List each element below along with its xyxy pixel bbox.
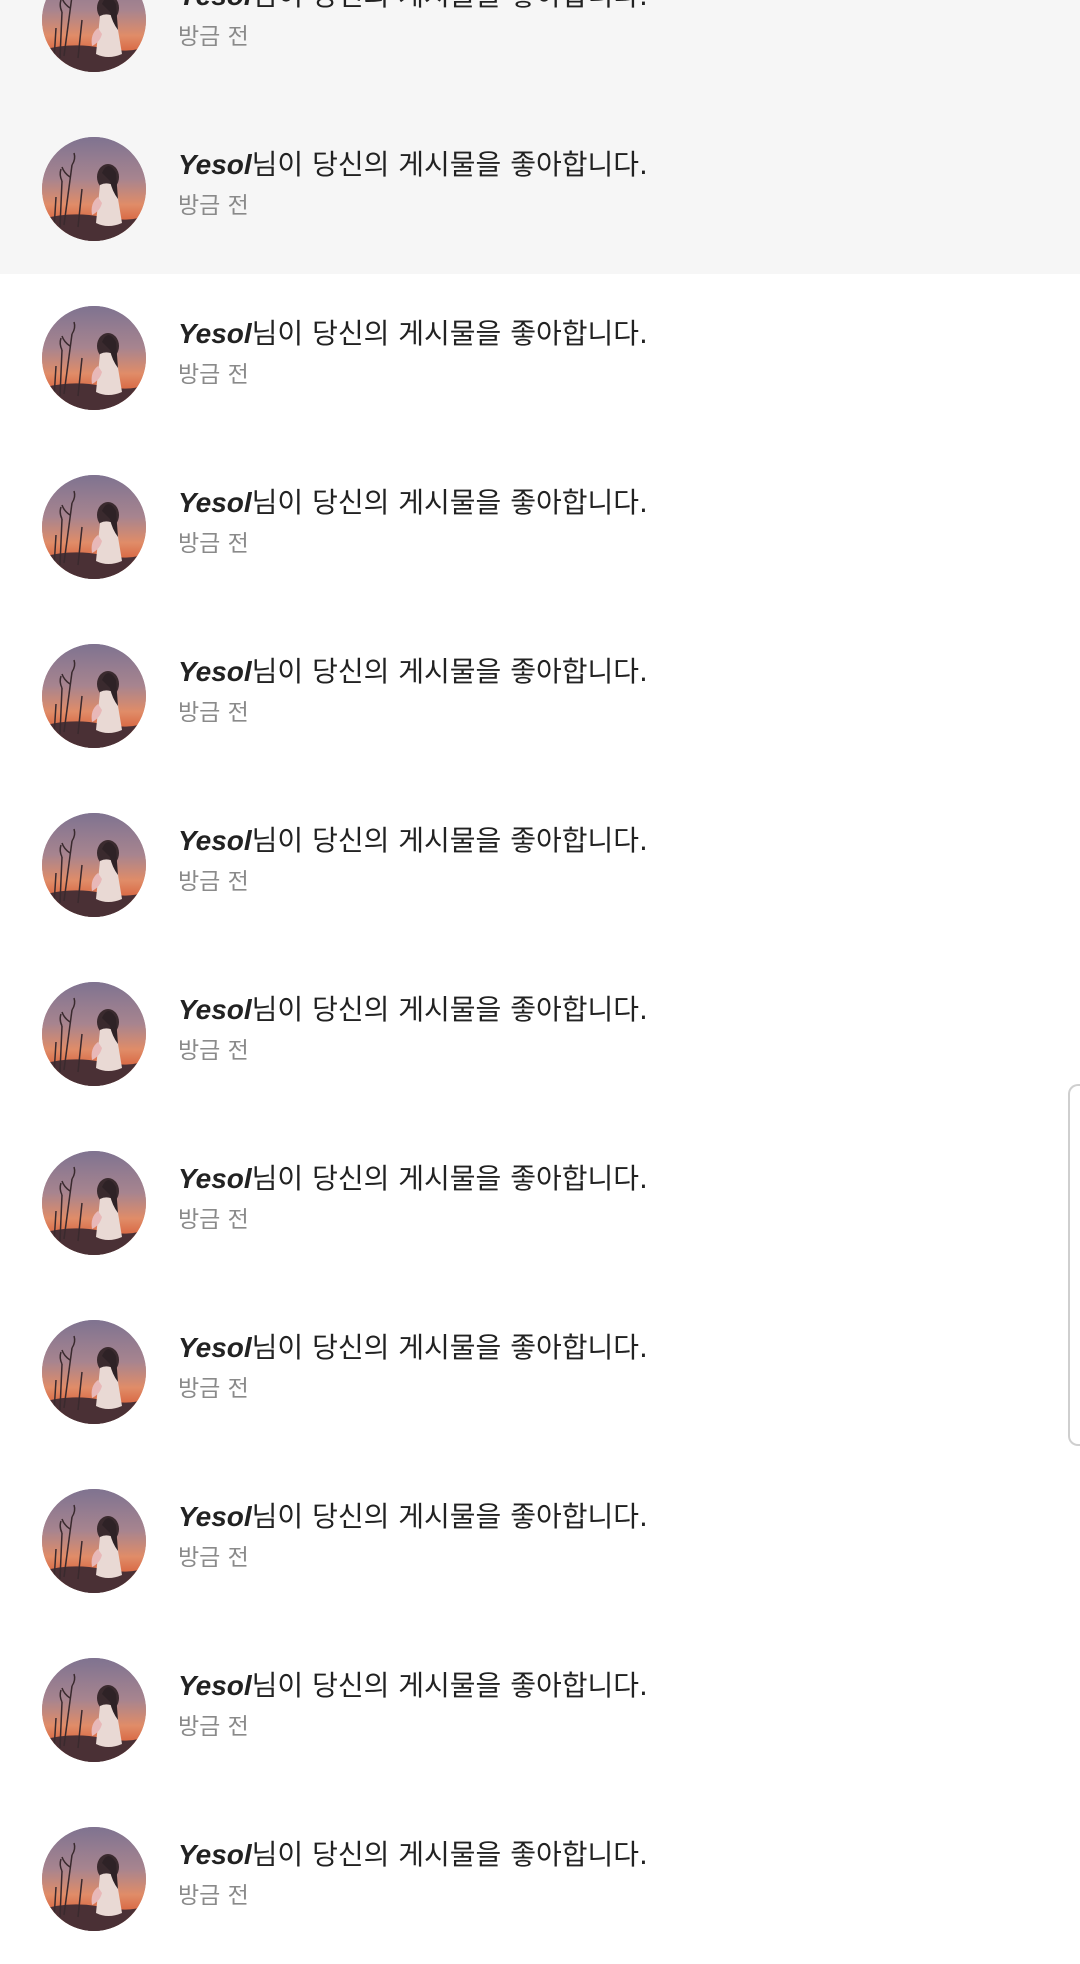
notification-message: Yesol님이 당신의 게시물을 좋아합니다. [178, 1161, 648, 1197]
notification-message: Yesol님이 당신의 게시물을 좋아합니다. [178, 485, 648, 521]
notification-text: Yesol님이 당신의 게시물을 좋아합니다. 방금 전 [178, 485, 648, 559]
notification-message: Yesol님이 당신의 게시물을 좋아합니다. [178, 1330, 648, 1366]
message-text: 님이 당신의 게시물을 좋아합니다. [252, 0, 648, 12]
timestamp: 방금 전 [178, 362, 249, 388]
timestamp: 방금 전 [178, 193, 249, 219]
message-text: 님이 당신의 게시물을 좋아합니다. [251, 1838, 648, 1871]
avatar[interactable] [42, 306, 146, 410]
timestamp: 방금 전 [178, 700, 249, 726]
notification-message: Yesol님이 당신의 게시물을 좋아합니다. [178, 1668, 648, 1704]
notification-text: Yesol님이 당신의 게시물을 좋아합니다. 방금 전 [178, 0, 648, 52]
notification-message: Yesol님이 당신의 게시물을 좋아합니다. [178, 823, 648, 859]
message-text: 님이 당신의 게시물을 좋아합니다. [251, 655, 648, 688]
notification-text: Yesol님이 당신의 게시물을 좋아합니다. 방금 전 [178, 654, 648, 728]
message-text: 님이 당신의 게시물을 좋아합니다. [251, 1669, 648, 1702]
avatar[interactable] [42, 1151, 146, 1255]
timestamp: 방금 전 [178, 1207, 249, 1233]
message-text: 님이 당신의 게시물을 좋아합니다. [251, 993, 648, 1026]
username[interactable]: Yesol [178, 0, 252, 11]
username[interactable]: Yesol [178, 149, 252, 180]
timestamp: 방금 전 [178, 1714, 249, 1740]
notification-message: Yesol님이 당신의 게시물을 좋아합니다. [178, 992, 648, 1028]
message-text: 님이 당신의 게시물을 좋아합니다. [251, 486, 648, 519]
notification-item[interactable]: Yesol님이 당신의 게시물을 좋아합니다. 방금 전 [0, 0, 1080, 105]
avatar[interactable] [42, 137, 146, 241]
notification-item[interactable]: Yesol님이 당신의 게시물을 좋아합니다. 방금 전 [0, 105, 1080, 274]
notification-item[interactable]: Yesol님이 당신의 게시물을 좋아합니다. 방금 전 [0, 1626, 1080, 1795]
notification-text: Yesol님이 당신의 게시물을 좋아합니다. 방금 전 [178, 1161, 648, 1235]
timestamp: 방금 전 [178, 1883, 249, 1909]
avatar[interactable] [42, 475, 146, 579]
notification-text: Yesol님이 당신의 게시물을 좋아합니다. 방금 전 [178, 1668, 648, 1742]
message-text: 님이 당신의 게시물을 좋아합니다. [251, 1162, 648, 1195]
notification-item[interactable]: Yesol님이 당신의 게시물을 좋아합니다. 방금 전 [0, 1457, 1080, 1626]
message-text: 님이 당신의 게시물을 좋아합니다. [251, 1500, 648, 1533]
notification-text: Yesol님이 당신의 게시물을 좋아합니다. 방금 전 [178, 1330, 648, 1404]
message-text: 님이 당신의 게시물을 좋아합니다. [251, 824, 648, 857]
timestamp: 방금 전 [178, 1038, 249, 1064]
message-text: 님이 당신의 게시물을 좋아합니다. [251, 317, 648, 350]
timestamp: 방금 전 [178, 24, 249, 50]
notification-message: Yesol님이 당신의 게시물을 좋아합니다. [178, 0, 648, 14]
username[interactable]: Yesol [178, 487, 252, 518]
notification-message: Yesol님이 당신의 게시물을 좋아합니다. [178, 654, 648, 690]
notification-item[interactable]: Yesol님이 당신의 게시물을 좋아합니다. 방금 전 [0, 1795, 1080, 1964]
avatar[interactable] [42, 1658, 146, 1762]
notification-text: Yesol님이 당신의 게시물을 좋아합니다. 방금 전 [178, 823, 648, 897]
timestamp: 방금 전 [178, 869, 249, 895]
message-text: 님이 당신의 게시물을 좋아합니다. [251, 1331, 648, 1364]
avatar[interactable] [42, 982, 146, 1086]
notification-item[interactable]: Yesol님이 당신의 게시물을 좋아합니다. 방금 전 [0, 781, 1080, 950]
scroll-indicator[interactable] [1068, 1084, 1080, 1446]
avatar-image [42, 137, 146, 241]
notification-text: Yesol님이 당신의 게시물을 좋아합니다. 방금 전 [178, 992, 648, 1066]
avatar[interactable] [42, 644, 146, 748]
avatar[interactable] [42, 1320, 146, 1424]
notification-message: Yesol님이 당신의 게시물을 좋아합니다. [178, 316, 648, 352]
username[interactable]: Yesol [178, 1670, 252, 1701]
notification-item[interactable]: Yesol님이 당신의 게시물을 좋아합니다. 방금 전 [0, 612, 1080, 781]
avatar-image [42, 1658, 146, 1762]
avatar-image [42, 644, 146, 748]
avatar[interactable] [42, 0, 146, 72]
notification-item[interactable]: Yesol님이 당신의 게시물을 좋아합니다. 방금 전 [0, 950, 1080, 1119]
username[interactable]: Yesol [178, 1501, 252, 1532]
timestamp: 방금 전 [178, 1545, 249, 1571]
notification-item[interactable]: Yesol님이 당신의 게시물을 좋아합니다. 방금 전 [0, 1119, 1080, 1288]
notification-list: Yesol님이 당신의 게시물을 좋아합니다. 방금 전 [0, 0, 1080, 1964]
notification-text: Yesol님이 당신의 게시물을 좋아합니다. 방금 전 [178, 316, 648, 390]
avatar-image [42, 1151, 146, 1255]
avatar[interactable] [42, 813, 146, 917]
username[interactable]: Yesol [178, 825, 252, 856]
avatar-image [42, 1320, 146, 1424]
avatar[interactable] [42, 1827, 146, 1931]
avatar-image [42, 1827, 146, 1931]
avatar[interactable] [42, 1489, 146, 1593]
username[interactable]: Yesol [178, 1839, 252, 1870]
avatar-image [42, 1489, 146, 1593]
username[interactable]: Yesol [178, 994, 252, 1025]
notification-item[interactable]: Yesol님이 당신의 게시물을 좋아합니다. 방금 전 [0, 274, 1080, 443]
notification-item[interactable]: Yesol님이 당신의 게시물을 좋아합니다. 방금 전 [0, 443, 1080, 612]
username[interactable]: Yesol [178, 1163, 252, 1194]
message-text: 님이 당신의 게시물을 좋아합니다. [251, 148, 648, 181]
username[interactable]: Yesol [178, 1332, 252, 1363]
timestamp: 방금 전 [178, 1376, 249, 1402]
notification-message: Yesol님이 당신의 게시물을 좋아합니다. [178, 147, 648, 183]
avatar-image [42, 0, 146, 72]
timestamp: 방금 전 [178, 531, 249, 557]
notification-text: Yesol님이 당신의 게시물을 좋아합니다. 방금 전 [178, 147, 648, 221]
username[interactable]: Yesol [178, 656, 252, 687]
avatar-image [42, 982, 146, 1086]
avatar-image [42, 475, 146, 579]
notification-message: Yesol님이 당신의 게시물을 좋아합니다. [178, 1499, 648, 1535]
notification-text: Yesol님이 당신의 게시물을 좋아합니다. 방금 전 [178, 1837, 648, 1911]
username[interactable]: Yesol [178, 318, 252, 349]
avatar-image [42, 813, 146, 917]
avatar-image [42, 306, 146, 410]
notification-item[interactable]: Yesol님이 당신의 게시물을 좋아합니다. 방금 전 [0, 1288, 1080, 1457]
notification-text: Yesol님이 당신의 게시물을 좋아합니다. 방금 전 [178, 1499, 648, 1573]
notification-message: Yesol님이 당신의 게시물을 좋아합니다. [178, 1837, 648, 1873]
